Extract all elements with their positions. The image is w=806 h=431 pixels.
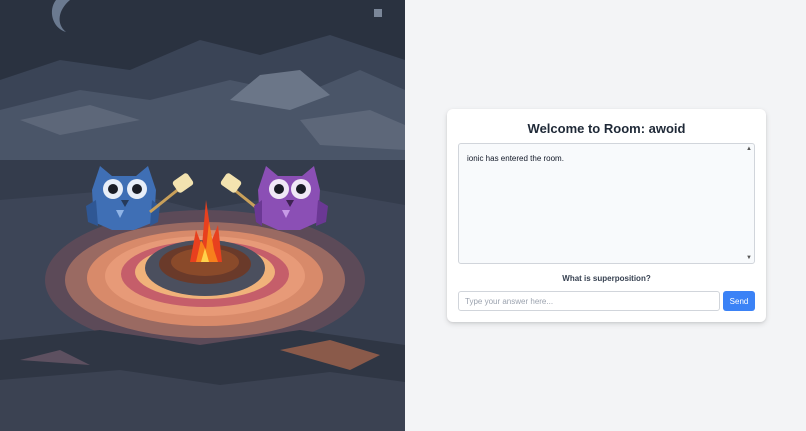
campfire-owls-illustration: [0, 0, 405, 431]
answer-input[interactable]: [458, 291, 720, 311]
scroll-up-icon[interactable]: ▲: [746, 146, 752, 152]
chat-panel: Welcome to Room: awoid ionic has entered…: [405, 0, 806, 431]
question-text: What is superposition?: [562, 274, 651, 283]
scroll-down-icon[interactable]: ▼: [746, 255, 752, 261]
chat-message: ionic has entered the room.: [467, 154, 564, 163]
chat-card: Welcome to Room: awoid ionic has entered…: [447, 109, 766, 322]
message-log[interactable]: ionic has entered the room. ▲ ▼: [458, 143, 755, 264]
pixel-art-scene: [0, 0, 405, 431]
star-icon: [374, 9, 382, 17]
send-button[interactable]: Send: [723, 291, 755, 311]
room-title: Welcome to Room: awoid: [527, 121, 686, 136]
